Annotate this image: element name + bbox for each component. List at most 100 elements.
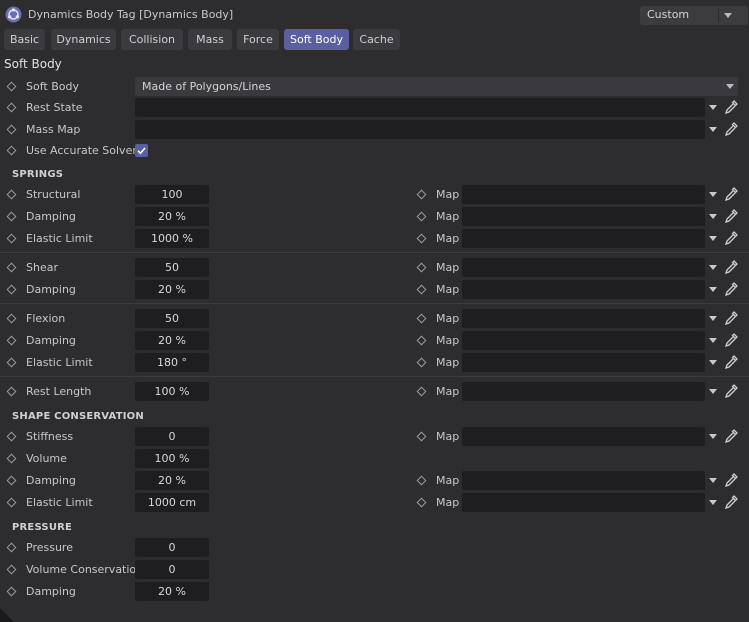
keyframe-diamond-icon[interactable]: [6, 497, 17, 508]
keyframe-diamond-icon[interactable]: [416, 313, 427, 324]
param-value-field[interactable]: 20 %: [135, 471, 209, 490]
chevron-down-icon[interactable]: [709, 500, 717, 505]
map-link-field[interactable]: [462, 309, 705, 328]
keyframe-diamond-icon[interactable]: [6, 81, 17, 92]
tab-basic[interactable]: Basic: [4, 29, 45, 50]
preset-dropdown[interactable]: Custom: [640, 6, 748, 25]
eyedropper-icon[interactable]: [723, 99, 739, 115]
eyedropper-icon[interactable]: [723, 230, 739, 246]
keyframe-diamond-icon[interactable]: [416, 211, 427, 222]
param-value-field[interactable]: 100 %: [135, 382, 209, 401]
param-value-field[interactable]: 0: [135, 560, 209, 579]
keyframe-diamond-icon[interactable]: [416, 357, 427, 368]
keyframe-diamond-icon[interactable]: [416, 262, 427, 273]
keyframe-diamond-icon[interactable]: [416, 284, 427, 295]
keyframe-diamond-icon[interactable]: [6, 386, 17, 397]
param-value-field[interactable]: 100: [135, 185, 209, 204]
keyframe-diamond-icon[interactable]: [6, 189, 17, 200]
param-value-field[interactable]: 50: [135, 258, 209, 277]
eyedropper-icon[interactable]: [723, 354, 739, 370]
keyframe-diamond-icon[interactable]: [416, 475, 427, 486]
chevron-down-icon[interactable]: [709, 389, 717, 394]
soft-body-mode-select[interactable]: Made of Polygons/Lines: [135, 77, 738, 96]
eyedropper-icon[interactable]: [723, 281, 739, 297]
keyframe-diamond-icon[interactable]: [6, 211, 17, 222]
param-value-field[interactable]: 180 °: [135, 353, 209, 372]
eyedropper-icon[interactable]: [723, 332, 739, 348]
map-link-field[interactable]: [462, 185, 705, 204]
keyframe-diamond-icon[interactable]: [416, 431, 427, 442]
keyframe-diamond-icon[interactable]: [416, 233, 427, 244]
eyedropper-icon[interactable]: [723, 186, 739, 202]
chevron-down-icon[interactable]: [709, 127, 717, 132]
keyframe-diamond-icon[interactable]: [6, 284, 17, 295]
map-link-field[interactable]: [462, 280, 705, 299]
map-link-field[interactable]: [462, 353, 705, 372]
chevron-down-icon[interactable]: [709, 236, 717, 241]
keyframe-diamond-icon[interactable]: [6, 313, 17, 324]
param-value-field[interactable]: 20 %: [135, 331, 209, 350]
chevron-down-icon[interactable]: [709, 316, 717, 321]
tab-dynamics[interactable]: Dynamics: [51, 29, 116, 50]
eyedropper-icon[interactable]: [723, 259, 739, 275]
tab-cache[interactable]: Cache: [353, 29, 400, 50]
keyframe-diamond-icon[interactable]: [6, 233, 17, 244]
rest-state-link-field[interactable]: [135, 98, 705, 117]
eyedropper-icon[interactable]: [723, 428, 739, 444]
tab-force[interactable]: Force: [237, 29, 279, 50]
keyframe-diamond-icon[interactable]: [416, 386, 427, 397]
eyedropper-icon[interactable]: [723, 310, 739, 326]
param-value-field[interactable]: 100 %: [135, 449, 209, 468]
param-value-field[interactable]: 0: [135, 427, 209, 446]
keyframe-diamond-icon[interactable]: [6, 542, 17, 553]
keyframe-diamond-icon[interactable]: [416, 497, 427, 508]
keyframe-diamond-icon[interactable]: [6, 564, 17, 575]
eyedropper-icon[interactable]: [723, 383, 739, 399]
chevron-down-icon[interactable]: [709, 214, 717, 219]
param-value-field[interactable]: 20 %: [135, 582, 209, 601]
map-link-field[interactable]: [462, 382, 705, 401]
eyedropper-icon[interactable]: [723, 208, 739, 224]
chevron-down-icon[interactable]: [709, 105, 717, 110]
map-link-field[interactable]: [462, 493, 705, 512]
map-link-field[interactable]: [462, 207, 705, 226]
map-link-field[interactable]: [462, 427, 705, 446]
param-value-field[interactable]: 0: [135, 538, 209, 557]
chevron-down-icon[interactable]: [724, 13, 732, 18]
keyframe-diamond-icon[interactable]: [6, 453, 17, 464]
chevron-down-icon[interactable]: [709, 360, 717, 365]
param-value-field[interactable]: 20 %: [135, 280, 209, 299]
map-link-field[interactable]: [462, 258, 705, 277]
keyframe-diamond-icon[interactable]: [6, 102, 17, 113]
chevron-down-icon[interactable]: [709, 478, 717, 483]
eyedropper-icon[interactable]: [723, 494, 739, 510]
tab-collision[interactable]: Collision: [121, 29, 183, 50]
tab-mass[interactable]: Mass: [188, 29, 232, 50]
keyframe-diamond-icon[interactable]: [6, 586, 17, 597]
tab-soft-body[interactable]: Soft Body: [284, 29, 349, 50]
map-link-field[interactable]: [462, 471, 705, 490]
mass-map-link-field[interactable]: [135, 120, 705, 139]
param-value-field[interactable]: 50: [135, 309, 209, 328]
eyedropper-icon[interactable]: [723, 472, 739, 488]
chevron-down-icon[interactable]: [709, 434, 717, 439]
chevron-down-icon[interactable]: [709, 192, 717, 197]
keyframe-diamond-icon[interactable]: [6, 124, 17, 135]
param-value-field[interactable]: 20 %: [135, 207, 209, 226]
chevron-down-icon[interactable]: [709, 287, 717, 292]
chevron-down-icon[interactable]: [709, 338, 717, 343]
param-value-field[interactable]: 1000 cm: [135, 493, 209, 512]
keyframe-diamond-icon[interactable]: [6, 357, 17, 368]
keyframe-diamond-icon[interactable]: [6, 262, 17, 273]
param-value-field[interactable]: 1000 %: [135, 229, 209, 248]
eyedropper-icon[interactable]: [723, 121, 739, 137]
keyframe-diamond-icon[interactable]: [416, 335, 427, 346]
keyframe-diamond-icon[interactable]: [416, 189, 427, 200]
accurate-solver-checkbox[interactable]: [135, 144, 148, 157]
keyframe-diamond-icon[interactable]: [6, 431, 17, 442]
keyframe-diamond-icon[interactable]: [6, 145, 17, 156]
map-link-field[interactable]: [462, 331, 705, 350]
map-link-field[interactable]: [462, 229, 705, 248]
keyframe-diamond-icon[interactable]: [6, 475, 17, 486]
chevron-down-icon[interactable]: [709, 265, 717, 270]
